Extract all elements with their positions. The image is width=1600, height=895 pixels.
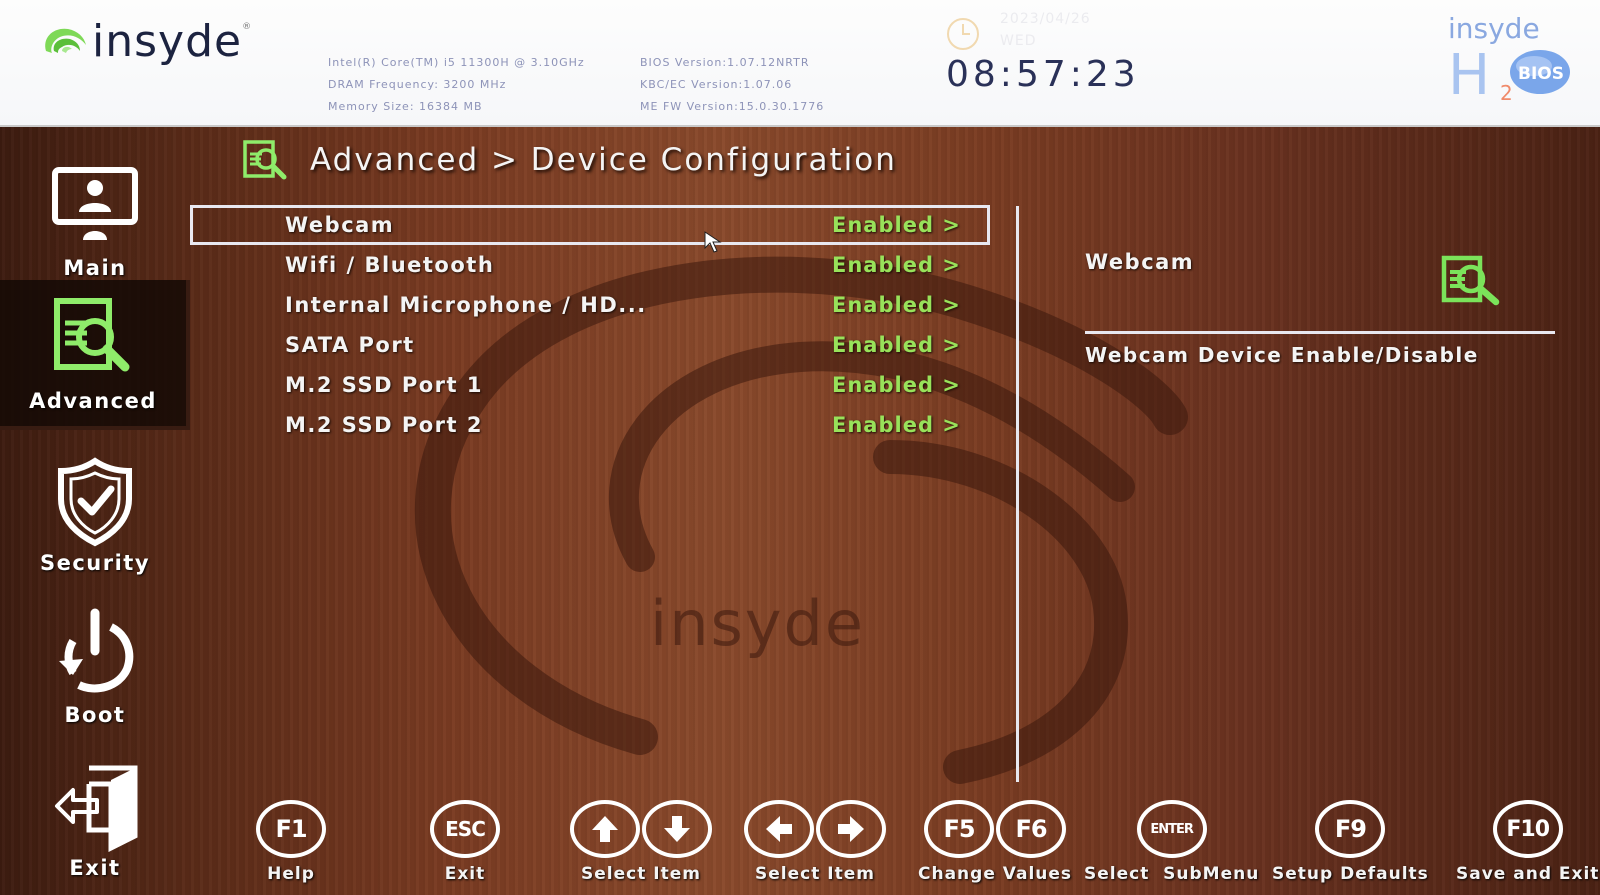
monitor-user-icon: [52, 167, 138, 240]
sidebar-item-boot[interactable]: Boot: [0, 592, 190, 742]
sidebar-label: Main: [63, 256, 127, 280]
menu-item-webcam[interactable]: Webcam Enabled >: [190, 205, 990, 245]
date-block: 2023/04/26 WED: [1000, 8, 1091, 52]
document-search-icon: [243, 140, 287, 180]
key-hint-label: Select Item: [581, 864, 701, 884]
page-title: Advanced > Device Configuration: [310, 142, 897, 178]
sidebar-item-advanced[interactable]: Advanced: [0, 280, 190, 430]
enter-key-icon: ENTER: [1136, 800, 1207, 858]
esc-key-icon: ESC: [430, 800, 500, 858]
key-hint-select-item-vertical[interactable]: Select Item: [570, 800, 712, 884]
menu-item-label: M.2 SSD Port 2: [285, 413, 483, 437]
f5-key-icon: F5: [924, 800, 995, 858]
key-hint-label: Select Item: [755, 864, 875, 884]
insyde-swirl-icon: [45, 28, 86, 53]
menu-item-m2-ssd-port-2[interactable]: M.2 SSD Port 2 Enabled >: [190, 405, 1000, 445]
sidebar-label: Advanced: [29, 389, 157, 413]
menu-item-value[interactable]: Enabled >: [832, 253, 961, 277]
up-arrow-icon: [570, 800, 640, 858]
system-info-left: Intel(R) Core(TM) i5 11300H @ 3.10GHz DR…: [328, 52, 585, 118]
system-info-right: BIOS Version:1.07.12NRTR KBC/EC Version:…: [640, 52, 824, 118]
shield-check-icon: [58, 457, 132, 547]
weekday: WED: [1000, 33, 1037, 49]
key-hint-label: Save and Exit: [1456, 864, 1600, 884]
mouse-cursor-icon: [704, 231, 722, 253]
me-fw-version: ME FW Version:15.0.30.1776: [640, 100, 825, 113]
menu-item-value[interactable]: Enabled >: [832, 373, 961, 397]
insyde-logo: insyde ®: [40, 14, 251, 68]
help-divider: [1085, 331, 1555, 334]
f9-key-icon: F9: [1315, 800, 1386, 858]
help-description: Webcam Device Enable/Disable: [1085, 343, 1479, 367]
h2o-subscript: 2: [1500, 81, 1513, 102]
logo-wordmark: insyde: [92, 15, 243, 67]
document-search-icon: [1441, 255, 1500, 306]
panel-divider: [1016, 206, 1019, 782]
h2o-h-letter: H: [1448, 43, 1490, 102]
sidebar-label: Boot: [64, 703, 126, 727]
registered-mark: ®: [242, 22, 252, 32]
help-title: Webcam: [1085, 250, 1195, 274]
menu-item-value[interactable]: Enabled >: [832, 293, 961, 317]
f6-key-icon: F6: [996, 800, 1067, 858]
sidebar-label: Exit: [69, 856, 121, 880]
breadcrumb: Advanced > Device Configuration: [242, 138, 897, 182]
key-hint-label: Exit: [444, 864, 486, 884]
key-hint-help[interactable]: F1 Help: [256, 800, 326, 884]
right-arrow-icon: [816, 800, 886, 858]
menu-item-value[interactable]: Enabled >: [832, 333, 961, 357]
menu-item-label: SATA Port: [285, 333, 415, 357]
key-hint-exit[interactable]: ESC Exit: [430, 800, 500, 884]
kbc-ec-version: KBC/EC Version:1.07.06: [640, 78, 793, 91]
menu-item-label: M.2 SSD Port 1: [285, 373, 483, 397]
cpu-info: Intel(R) Core(TM) i5 11300H @ 3.10GHz: [328, 56, 585, 69]
sidebar-item-main[interactable]: Main: [0, 145, 190, 295]
key-hint-setup-defaults[interactable]: F9 Setup Defaults: [1272, 800, 1429, 884]
clock-icon: [947, 18, 979, 50]
f10-key-icon: F10: [1492, 800, 1563, 858]
key-hint-save-and-exit[interactable]: F10 Save and Exit: [1456, 800, 1599, 884]
menu-item-value[interactable]: Enabled >: [832, 413, 961, 437]
sidebar-label: Security: [39, 551, 151, 575]
memory-size: Memory Size: 16384 MB: [328, 100, 483, 113]
bios-version: BIOS Version:1.07.12NRTR: [640, 56, 810, 69]
menu-item-internal-microphone[interactable]: Internal Microphone / HD... Enabled >: [190, 285, 1000, 325]
h2o-bios-badge: BIOS: [1518, 64, 1564, 84]
menu-item-m2-ssd-port-1[interactable]: M.2 SSD Port 1 Enabled >: [190, 365, 1000, 405]
h2o-brand-text: insyde: [1448, 12, 1540, 45]
menu-item-label: Webcam: [285, 213, 395, 237]
time-display: 08:57:23: [946, 54, 1140, 95]
menu-item-sata-port[interactable]: SATA Port Enabled >: [190, 325, 1000, 365]
settings-list: Webcam Enabled > Wifi / Bluetooth Enable…: [190, 205, 1000, 445]
key-hint-label: Help: [267, 864, 315, 884]
key-hint-label: Select SubMenu: [1084, 864, 1260, 884]
sidebar-item-security[interactable]: Security: [0, 440, 190, 590]
door-exit-icon: [55, 765, 138, 852]
power-restart-icon: [59, 608, 134, 693]
menu-item-value[interactable]: Enabled >: [832, 213, 961, 237]
down-arrow-icon: [642, 800, 712, 858]
date: 2023/04/26: [1000, 11, 1091, 27]
f1-key-icon: F1: [256, 800, 326, 858]
insyde-h2obios-logo: insyde H 2 BIOS: [1448, 12, 1570, 102]
dram-frequency: DRAM Frequency: 3200 MHz: [328, 78, 507, 91]
header-bar: insyde ® Intel(R) Core(TM) i5 11300H @ 3…: [0, 0, 1600, 127]
sidebar-item-exit[interactable]: Exit: [0, 745, 190, 895]
document-search-icon: [54, 298, 130, 372]
menu-item-label: Wifi / Bluetooth: [285, 253, 495, 277]
key-hint-label: Setup Defaults: [1272, 864, 1429, 884]
key-hint-select-item-horizontal[interactable]: Select Item: [744, 800, 886, 884]
key-hint-label: Change Values: [918, 864, 1073, 884]
key-hint-change-values[interactable]: F5 F6 Change Values: [918, 800, 1072, 884]
key-hint-select-submenu[interactable]: ENTER Select SubMenu: [1084, 800, 1259, 884]
menu-item-label: Internal Microphone / HD...: [285, 293, 647, 317]
menu-item-wifi-bluetooth[interactable]: Wifi / Bluetooth Enabled >: [190, 245, 1000, 285]
left-arrow-icon: [744, 800, 814, 858]
